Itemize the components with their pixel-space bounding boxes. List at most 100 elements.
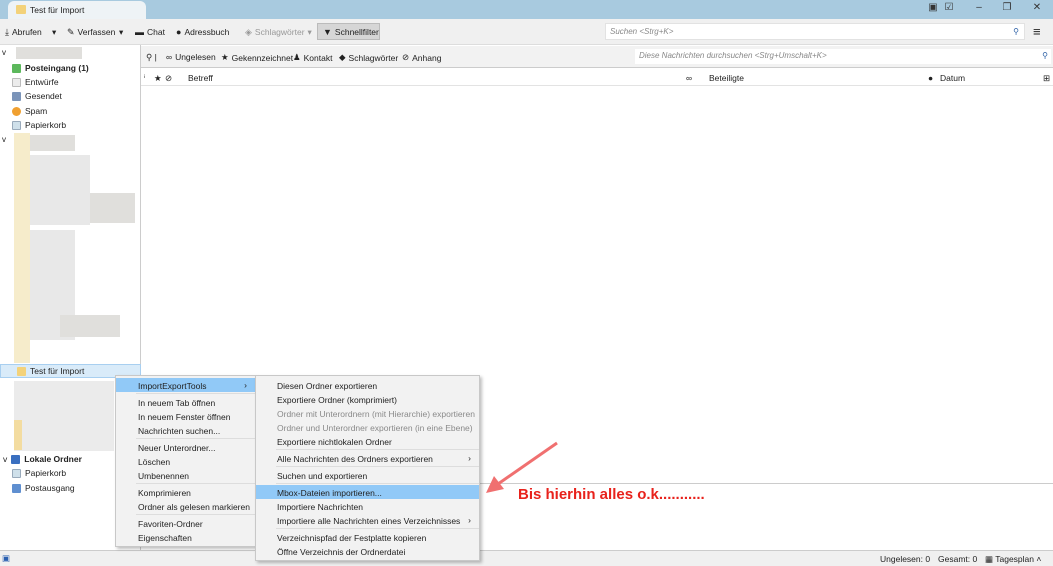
chevron-right-icon: › (244, 380, 247, 390)
person-icon: ● (176, 27, 182, 37)
filter-tags[interactable]: ◆ Schlagwörter (339, 52, 398, 63)
label: Importiere alle Nachrichten eines Verzei… (277, 515, 461, 526)
get-mail-dropdown[interactable]: ▾ (52, 25, 56, 39)
folder-sent[interactable]: Gesendet (12, 89, 62, 103)
menu-favorite[interactable]: Favoriten-Ordner (116, 516, 255, 530)
label: Papierkorb (25, 468, 67, 478)
folder-outbox[interactable]: Postausgang (12, 481, 75, 495)
chat-button[interactable]: ▬ Chat (135, 25, 165, 39)
folder-drafts[interactable]: Entwürfe (12, 75, 59, 89)
menu-import-mbox[interactable]: Mbox-Dateien importieren... (256, 485, 479, 499)
total-count: Gesamt: 0 (938, 554, 978, 564)
online-status-icon[interactable]: ▣ (2, 553, 10, 564)
label: Spam (25, 106, 48, 116)
folder-spam[interactable]: Spam (12, 104, 47, 118)
filter-starred[interactable]: ★ Gekennzeichnet (221, 52, 293, 63)
close-button[interactable]: ✕ (1028, 2, 1046, 16)
filter-icon: ▼ (323, 26, 332, 37)
chat-icon: ▬ (135, 27, 144, 37)
menu-rename[interactable]: Umbenennen (116, 468, 255, 482)
addressbook-button[interactable]: ● Adressbuch (176, 25, 229, 39)
star-column-icon[interactable]: ★ (154, 73, 162, 84)
attachment-column-icon[interactable]: ⊘ (165, 73, 172, 84)
label: Gesendet (25, 91, 62, 101)
column-subject[interactable]: Betreff (188, 73, 213, 83)
annotation-text: Bis hierhin alles o.k........... (518, 486, 705, 503)
menu-export-with-hierarchy: Ordner mit Unterordnern (mit Hierarchie)… (277, 408, 475, 419)
minimize-button[interactable]: – (970, 2, 988, 16)
quickfilter-search-input[interactable]: Diese Nachrichten durchsuchen <Strg+Umsc… (635, 49, 1051, 64)
folder-inbox[interactable]: Posteingang (1) (12, 61, 89, 75)
label: Lokale Ordner (24, 454, 82, 464)
filter-contact[interactable]: ♟ Kontakt (293, 52, 332, 63)
tasks-icon[interactable]: ☑ (940, 2, 958, 16)
restore-button[interactable]: ❐ (998, 2, 1016, 16)
compose-button[interactable]: ✎ Verfassen (67, 25, 115, 39)
menu-search-messages[interactable]: Nachrichten suchen... (116, 423, 255, 437)
global-search-input[interactable]: Suchen <Strg+K> ⚲ (605, 23, 1025, 40)
menu-open-new-tab[interactable]: In neuem Tab öffnen (116, 395, 255, 409)
unread-icon: ∞ (166, 52, 173, 62)
menu-open-directory[interactable]: Öffne Verzeichnis der Ordnerdatei (256, 544, 479, 558)
menu-export-folder-compressed[interactable]: Exportiere Ordner (komprimiert) (256, 392, 479, 406)
menu-search-export[interactable]: Suchen und exportieren (256, 468, 479, 482)
tab-test-fuer-import[interactable]: Test für Import (8, 1, 146, 19)
menu-export-nonlocal[interactable]: Exportiere nichtlokalen Ordner (256, 434, 479, 448)
column-participants[interactable]: Beteiligte (709, 73, 744, 83)
menu-importexporttools[interactable]: ImportExportTools › (116, 378, 255, 392)
arrow-head (486, 476, 504, 493)
paperclip-icon: ⊘ (402, 52, 410, 62)
account2-expander[interactable]: v (2, 135, 6, 144)
tab-label: Test für Import (30, 5, 85, 15)
label: Postausgang (25, 483, 75, 493)
folder-local-trash[interactable]: Papierkorb (12, 466, 66, 480)
title-bar: Test für Import ▣ ☑ – ❐ ✕ (0, 0, 1053, 19)
menu-copy-path[interactable]: Verzeichnispfad der Festplatte kopieren (256, 530, 479, 544)
menu-import-directory[interactable]: Importiere alle Nachrichten eines Verzei… (256, 513, 479, 527)
compose-dropdown[interactable]: ▾ (119, 25, 123, 39)
menu-import-messages[interactable]: Importiere Nachrichten (256, 499, 479, 513)
menu-new-subfolder[interactable]: Neuer Unterordner... (116, 440, 255, 454)
preview-divider[interactable] (480, 483, 1053, 484)
drafts-icon (12, 77, 21, 87)
star-icon: ★ (221, 52, 229, 62)
tag-icon: ◈ (245, 26, 252, 37)
label: Chat (147, 27, 165, 37)
menu-hamburger-icon[interactable]: ≡ (1033, 24, 1041, 39)
menu-open-new-window[interactable]: In neuem Fenster öffnen (116, 409, 255, 423)
quickfilter-button[interactable]: ▼ Schnellfilter (317, 23, 380, 40)
filter-unread[interactable]: ∞ Ungelesen (166, 52, 216, 62)
menu-export-folder[interactable]: Diesen Ordner exportieren (256, 378, 479, 392)
menu-properties[interactable]: Eigenschaften (116, 530, 255, 544)
download-icon: ⤓ (5, 26, 9, 37)
folder-trash[interactable]: Papierkorb (12, 118, 66, 132)
chevron-right-icon: › (468, 453, 471, 463)
chevron-up-icon: ˄ (1034, 554, 1042, 564)
spam-icon (12, 106, 21, 116)
tags-button[interactable]: ◈ Schlagwörter ▾ (245, 25, 312, 39)
menu-mark-read[interactable]: Ordner als gelesen markieren (116, 499, 255, 513)
menu-export-all-messages[interactable]: Alle Nachrichten des Ordners exportieren… (256, 451, 479, 465)
filter-attachment[interactable]: ⊘ Anhang (402, 52, 441, 63)
get-mail-button[interactable]: ⤓ Abrufen (5, 25, 42, 39)
folder-local-folders[interactable]: v Lokale Ordner (3, 452, 82, 466)
placeholder: Suchen <Strg+K> (610, 27, 674, 36)
expander-icon: v (3, 454, 8, 464)
read-column-icon[interactable]: ∞ (686, 73, 692, 83)
menu-compact[interactable]: Komprimieren (116, 485, 255, 499)
label: Abrufen (11, 27, 42, 37)
folder-context-menu: ImportExportTools › In neuem Tab öffnen I… (115, 375, 256, 547)
sticky-filter-pin-icon[interactable]: ⚲ | (146, 52, 157, 63)
label: Alle Nachrichten des Ordners exportieren (277, 453, 433, 464)
column-picker-icon[interactable]: ⊞ (1043, 73, 1050, 84)
label: Entwürfe (25, 77, 59, 87)
menu-delete[interactable]: Löschen (116, 454, 255, 468)
today-pane-toggle[interactable]: ▦ Tagesplan ˄ (985, 554, 1041, 565)
junk-column-icon[interactable]: ● (928, 73, 933, 83)
label: Schnellfilter (334, 26, 379, 37)
account-expander[interactable]: v (2, 48, 6, 57)
label: Posteingang (1) (25, 63, 89, 73)
column-date[interactable]: Datum (940, 73, 965, 83)
thread-column-icon[interactable]: ⁱ (144, 73, 146, 84)
label: Adressbuch (184, 27, 230, 37)
